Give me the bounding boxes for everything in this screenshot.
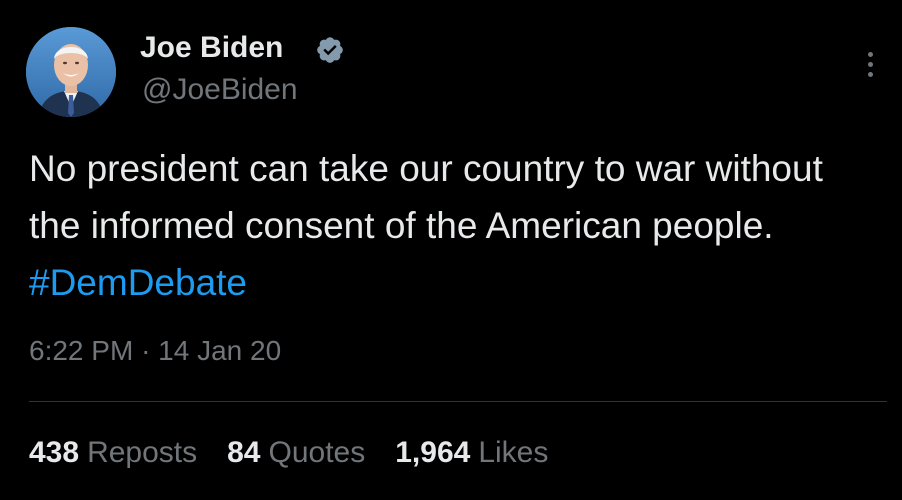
avatar-photo (26, 27, 116, 117)
quotes-label: Quotes (268, 436, 366, 469)
author-name[interactable]: Joe Biden (140, 30, 283, 66)
reposts-stat[interactable]: 438 Reposts (29, 434, 197, 472)
reposts-label: Reposts (87, 436, 198, 469)
hashtag-link[interactable]: #DemDebate (29, 262, 247, 303)
dot (867, 61, 873, 67)
dot (867, 71, 873, 77)
engagement-stats: 438 Reposts 84 Quotes 1,964 Likes (29, 434, 548, 472)
avatar[interactable] (26, 27, 116, 117)
author-handle[interactable]: @JoeBiden (142, 72, 298, 108)
likes-count: 1,964 (395, 436, 471, 469)
tweet-timestamp[interactable]: 6:22 PM · 14 Jan 20 (29, 333, 281, 369)
tweet-date: 14 Jan 20 (158, 335, 282, 366)
likes-stat[interactable]: 1,964 Likes (395, 434, 548, 472)
divider (29, 401, 887, 402)
timestamp-separator: · (141, 335, 151, 366)
tweet-body: No president can take our country to war… (29, 148, 823, 246)
verified-badge-icon (317, 37, 343, 63)
likes-label: Likes (478, 436, 549, 469)
dot (867, 51, 873, 57)
quotes-stat[interactable]: 84 Quotes (227, 434, 365, 472)
reposts-count: 438 (29, 436, 80, 469)
tweet-card: Joe Biden @JoeBiden No president can tak… (0, 0, 902, 500)
tweet-time: 6:22 PM (29, 335, 134, 366)
quotes-count: 84 (227, 436, 261, 469)
more-options-icon[interactable] (858, 44, 882, 84)
tweet-text: No president can take our country to war… (29, 140, 869, 311)
